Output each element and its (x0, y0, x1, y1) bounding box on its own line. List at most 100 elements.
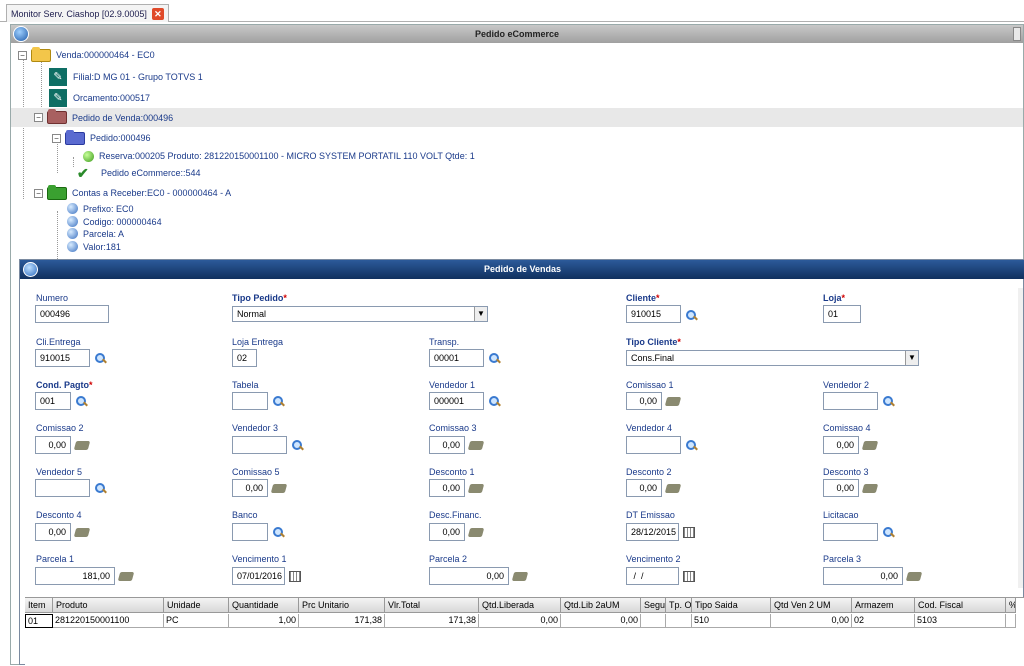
tipo-pedido-select[interactable]: Normal ▼ (232, 306, 488, 322)
money-icon[interactable] (511, 572, 529, 581)
tree-node-prefixo[interactable]: Prefixo: EC0 (67, 202, 134, 215)
vendedor5-field[interactable] (35, 479, 90, 497)
cli-entrega-field[interactable]: 910015 (35, 349, 90, 367)
tree-node-venda[interactable]: − Venda:000000464 - EC0 (18, 46, 155, 63)
table-cell[interactable]: 171,38 (299, 614, 385, 628)
search-icon[interactable] (75, 395, 87, 407)
desconto1-field[interactable]: 0,00 (429, 479, 465, 497)
vendedor2-field[interactable] (823, 392, 878, 410)
collapse-icon[interactable]: − (34, 188, 43, 198)
search-icon[interactable] (882, 526, 894, 538)
table-cell[interactable]: 1,00 (229, 614, 299, 628)
collapse-icon[interactable]: − (18, 50, 27, 60)
table-cell[interactable] (666, 614, 692, 628)
column-header[interactable]: Prc Unitario (299, 598, 385, 613)
desconto2-field[interactable]: 0,00 (626, 479, 662, 497)
tree-node-filial[interactable]: ✎ Filial:D MG 01 - Grupo TOTVS 1 (49, 67, 203, 87)
money-icon[interactable] (664, 397, 682, 406)
search-icon[interactable] (291, 439, 303, 451)
parcela3-field[interactable]: 0,00 (823, 567, 903, 585)
tabela-field[interactable] (232, 392, 268, 410)
vencimento2-field[interactable]: / / (626, 567, 679, 585)
tree-node-pedido-ecommerce[interactable]: ✔ Pedido eCommerce::544 (77, 165, 201, 181)
column-header[interactable]: Produto (53, 598, 164, 613)
money-icon[interactable] (664, 484, 682, 493)
numero-field[interactable]: 000496 (35, 305, 109, 323)
column-header[interactable]: Cod. Fiscal (915, 598, 1006, 613)
table-cell[interactable]: 0,00 (479, 614, 561, 628)
search-icon[interactable] (94, 482, 106, 494)
desc-financ-field[interactable]: 0,00 (429, 523, 465, 541)
column-header[interactable]: Tp. O (666, 598, 692, 613)
banco-field[interactable] (232, 523, 268, 541)
table-cell[interactable]: 510 (692, 614, 771, 628)
table-cell[interactable]: 01 (25, 614, 53, 628)
money-icon[interactable] (905, 572, 923, 581)
column-header[interactable]: Unidade (164, 598, 229, 613)
search-icon[interactable] (272, 395, 284, 407)
loja-field[interactable]: 01 (823, 305, 861, 323)
vencimento1-field[interactable]: 07/01/2016 (232, 567, 285, 585)
table-cell[interactable]: 02 (852, 614, 915, 628)
cond-pagto-field[interactable]: 001 (35, 392, 71, 410)
vendedor4-field[interactable] (626, 436, 681, 454)
search-icon[interactable] (488, 352, 500, 364)
tree-node-contas[interactable]: − Contas a Receber:EC0 - 000000464 - A (34, 184, 231, 201)
cliente-field[interactable]: 910015 (626, 305, 681, 323)
column-header[interactable]: Qtd.Lib 2aUM (561, 598, 641, 613)
comissao2-field[interactable]: 0,00 (35, 436, 71, 454)
licitacao-field[interactable] (823, 523, 878, 541)
table-row[interactable]: 01 281220150001100 PC 1,00 171,38 171,38 0,00 0… (25, 614, 1016, 628)
vendedor1-field[interactable]: 000001 (429, 392, 484, 410)
money-icon[interactable] (73, 528, 91, 537)
table-cell[interactable]: 171,38 (385, 614, 479, 628)
desconto4-field[interactable]: 0,00 (35, 523, 71, 541)
chevron-down-icon[interactable]: ▼ (474, 307, 487, 321)
money-icon[interactable] (467, 441, 485, 450)
column-header[interactable]: Vlr.Total (385, 598, 479, 613)
table-cell[interactable]: 0,00 (771, 614, 852, 628)
search-icon[interactable] (685, 439, 697, 451)
money-icon[interactable] (117, 572, 135, 581)
collapse-icon[interactable]: − (52, 133, 61, 143)
tree-node-parcela[interactable]: Parcela: A (67, 227, 124, 240)
table-cell[interactable] (1006, 614, 1016, 628)
form-scrollbar[interactable] (1018, 288, 1023, 588)
column-header[interactable]: Segu (641, 598, 666, 613)
money-icon[interactable] (467, 484, 485, 493)
table-cell[interactable]: 0,00 (561, 614, 641, 628)
column-header[interactable]: Item (25, 598, 53, 613)
loja-entrega-field[interactable]: 02 (232, 349, 257, 367)
window-control-icon[interactable] (1013, 27, 1021, 41)
money-icon[interactable] (861, 441, 879, 450)
calendar-icon[interactable] (683, 527, 695, 538)
table-cell[interactable]: PC (164, 614, 229, 628)
search-icon[interactable] (882, 395, 894, 407)
column-header[interactable]: % (1006, 598, 1016, 613)
dt-emissao-field[interactable]: 28/12/2015 (626, 523, 679, 541)
parcela2-field[interactable]: 0,00 (429, 567, 509, 585)
close-icon[interactable]: ✕ (151, 7, 164, 20)
calendar-icon[interactable] (683, 571, 695, 582)
chevron-down-icon[interactable]: ▼ (905, 351, 918, 365)
money-icon[interactable] (270, 484, 288, 493)
column-header[interactable]: Qtd.Liberada (479, 598, 561, 613)
tree-node-pedido-venda[interactable]: − Pedido de Venda:000496 (11, 108, 1023, 127)
comissao1-field[interactable]: 0,00 (626, 392, 662, 410)
tree-node-reserva[interactable]: Reserva:000205 Produto: 281220150001100 … (83, 148, 475, 164)
column-header[interactable]: Tipo Saida (692, 598, 771, 613)
tree-node-valor[interactable]: Valor:181 (67, 240, 121, 253)
vendedor3-field[interactable] (232, 436, 287, 454)
table-cell[interactable]: 5103 (915, 614, 1006, 628)
search-icon[interactable] (272, 526, 284, 538)
tab-monitor[interactable]: Monitor Serv. Ciashop [02.9.0005] ✕ (6, 4, 169, 22)
tree-node-pedido[interactable]: − Pedido:000496 (52, 129, 151, 146)
parcela1-field[interactable]: 181,00 (35, 567, 115, 585)
collapse-icon[interactable]: − (34, 113, 43, 122)
search-icon[interactable] (685, 309, 697, 321)
table-cell[interactable]: 281220150001100 (53, 614, 164, 628)
money-icon[interactable] (467, 528, 485, 537)
table-cell[interactable] (641, 614, 666, 628)
calendar-icon[interactable] (289, 571, 301, 582)
column-header[interactable]: Armazem (852, 598, 915, 613)
